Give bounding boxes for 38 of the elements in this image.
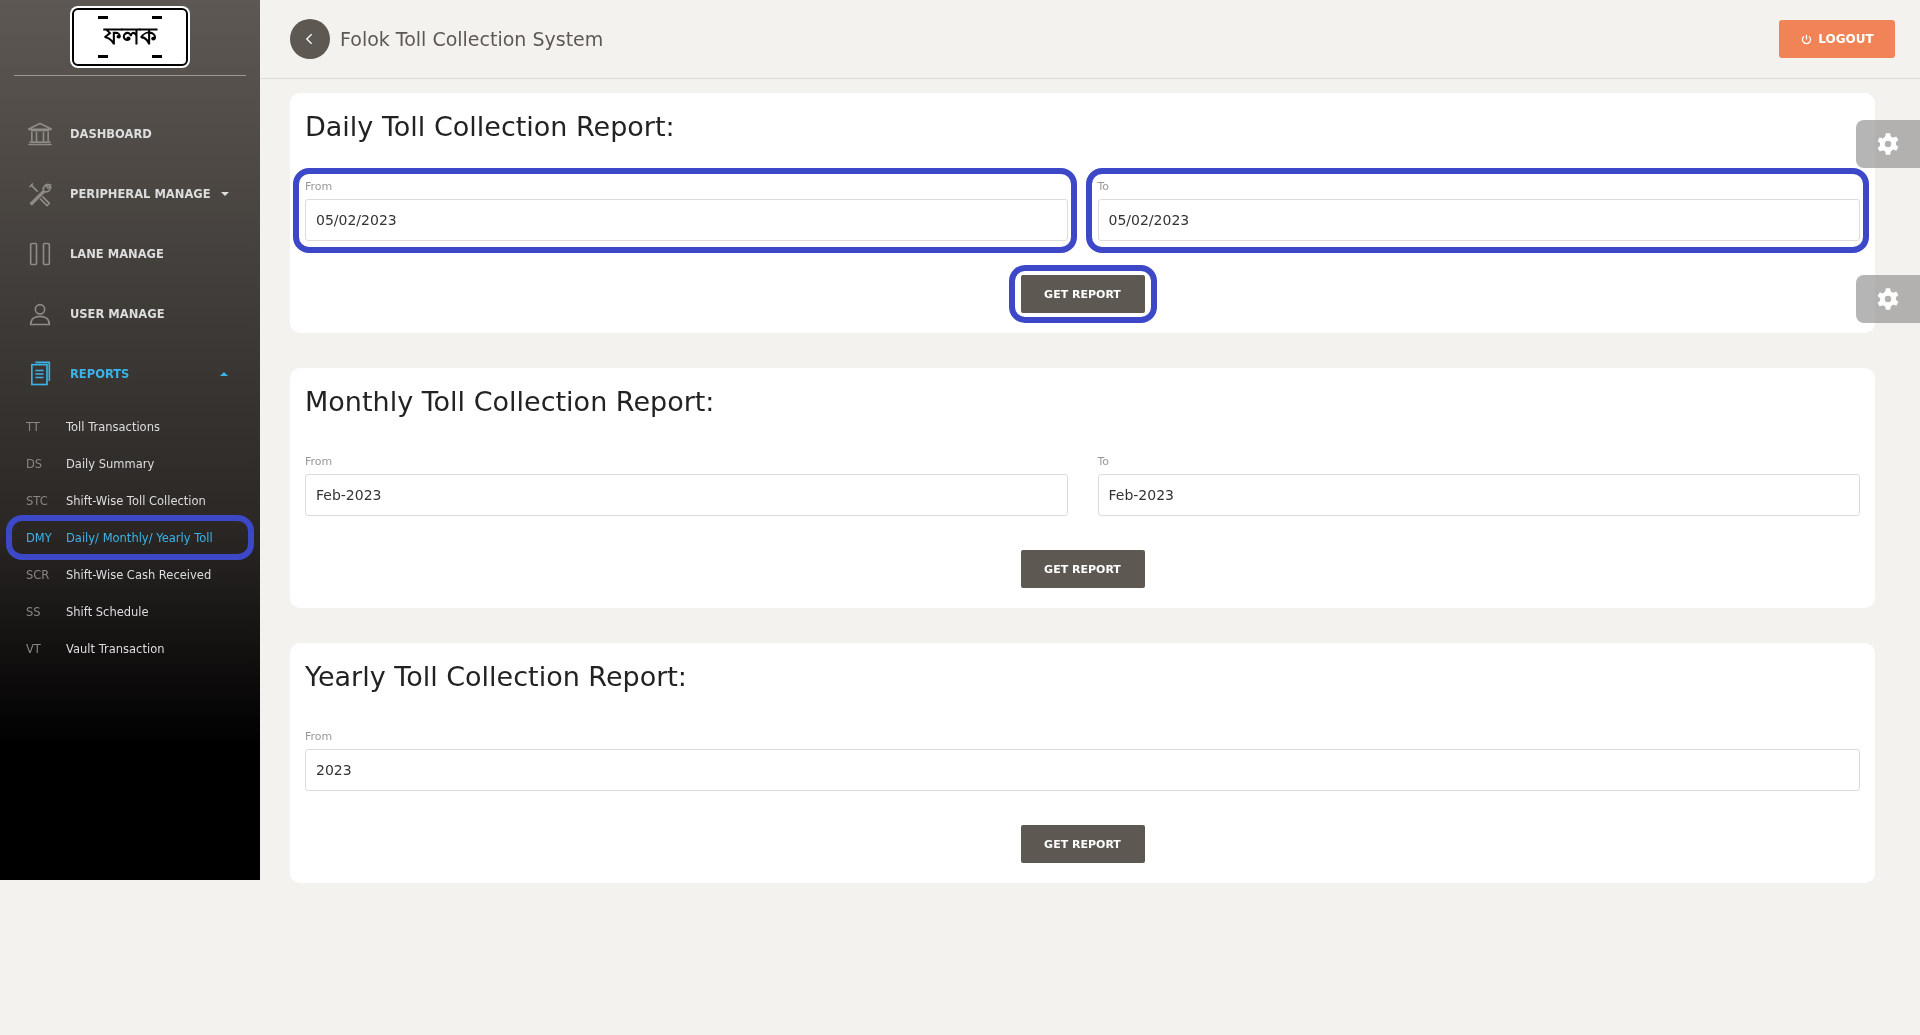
nav-item[interactable]: PERIPHERAL MANAGE (0, 164, 260, 224)
power-icon (1800, 32, 1814, 46)
get-report-button[interactable]: GET REPORT (1020, 275, 1145, 313)
get-report-button[interactable]: GET REPORT (1020, 550, 1145, 588)
field-label: From (305, 730, 334, 743)
submenu-item[interactable]: STC Shift-Wise Toll Collection (0, 482, 260, 519)
submenu-item[interactable]: DMY Daily/ Monthly/ Yearly Toll (0, 519, 260, 556)
logo: ফলক (72, 8, 188, 66)
settings-button[interactable] (1856, 275, 1920, 323)
input-field[interactable]: Feb-2023 (1097, 474, 1860, 516)
submenu-item[interactable]: SS Shift Schedule (0, 593, 260, 630)
submenu-item[interactable]: TT Toll Transactions (0, 408, 260, 445)
field-label: To (1097, 180, 1111, 193)
input-field[interactable]: 2023 (305, 749, 1860, 791)
back-button[interactable] (290, 19, 330, 59)
input-field[interactable]: 05/02/2023 (305, 199, 1068, 241)
get-report-button[interactable]: GET REPORT (1020, 825, 1145, 863)
settings-button[interactable] (1856, 120, 1920, 168)
nav-item[interactable]: USER MANAGE (0, 284, 260, 344)
nav-item[interactable]: REPORTS (0, 344, 260, 404)
tools-icon (26, 180, 54, 208)
nav-item[interactable]: LANE MANAGE (0, 224, 260, 284)
settings-icon (1875, 131, 1901, 157)
card-title: Yearly Toll Collection Report: (305, 661, 688, 692)
field-label: From (305, 180, 334, 193)
bank-icon (26, 120, 54, 148)
input-field[interactable]: 05/02/2023 (1097, 199, 1860, 241)
submenu-item[interactable]: SCR Shift-Wise Cash Received (0, 556, 260, 593)
field-label: To (1097, 455, 1111, 468)
card-title: Daily Toll Collection Report: (305, 111, 676, 142)
card-title: Monthly Toll Collection Report: (305, 386, 716, 417)
app-title: Folok Toll Collection System (340, 28, 604, 50)
settings-icon (1875, 286, 1901, 312)
submenu-item[interactable]: VT Vault Transaction (0, 630, 260, 667)
nav-item[interactable]: DASHBOARD (0, 104, 260, 164)
input-field[interactable]: Feb-2023 (305, 474, 1068, 516)
submenu-item[interactable]: DS Daily Summary (0, 445, 260, 482)
field-label: From (305, 455, 334, 468)
